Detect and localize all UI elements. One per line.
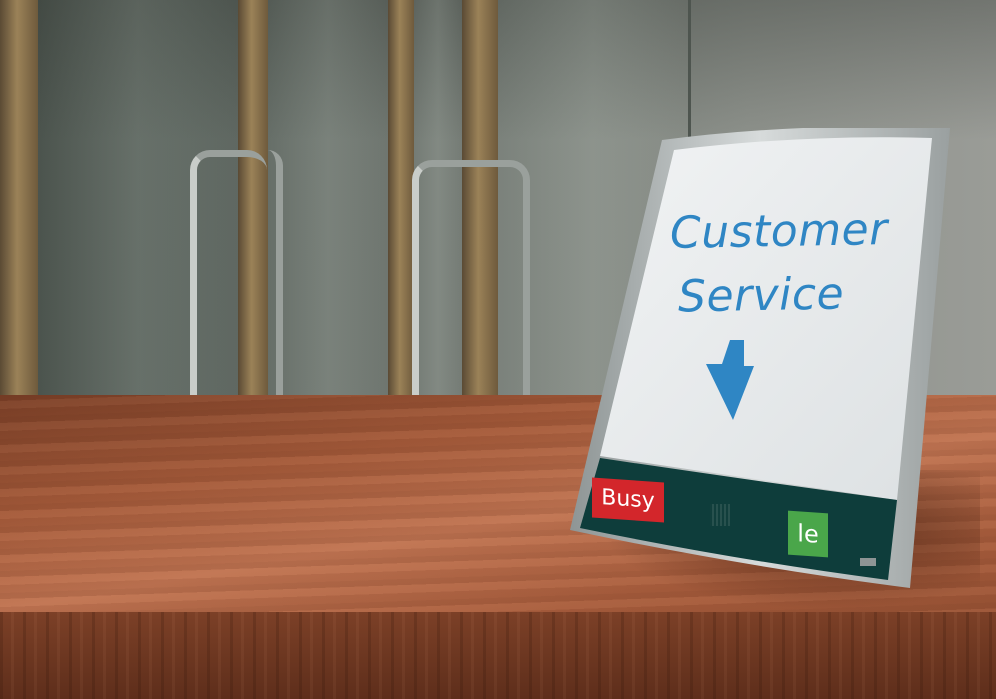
door-frame-left [0,0,38,430]
idle-status-button[interactable]: le [788,510,828,558]
door-handle-left-bar [252,150,283,410]
speaker-grille-icon [710,504,730,526]
scene: Customer Service Busy le [0,0,996,699]
customer-service-sign: Customer Service Busy le [570,128,950,588]
door-frame-center [388,0,414,430]
sign-title-line2: Service [677,268,845,323]
counter-front-edge [0,612,996,699]
busy-status-button[interactable]: Busy [592,477,664,523]
sign-title-line1: Customer [669,204,889,259]
glass-panel-middle [268,0,388,430]
door-handle-right[interactable] [412,160,530,427]
